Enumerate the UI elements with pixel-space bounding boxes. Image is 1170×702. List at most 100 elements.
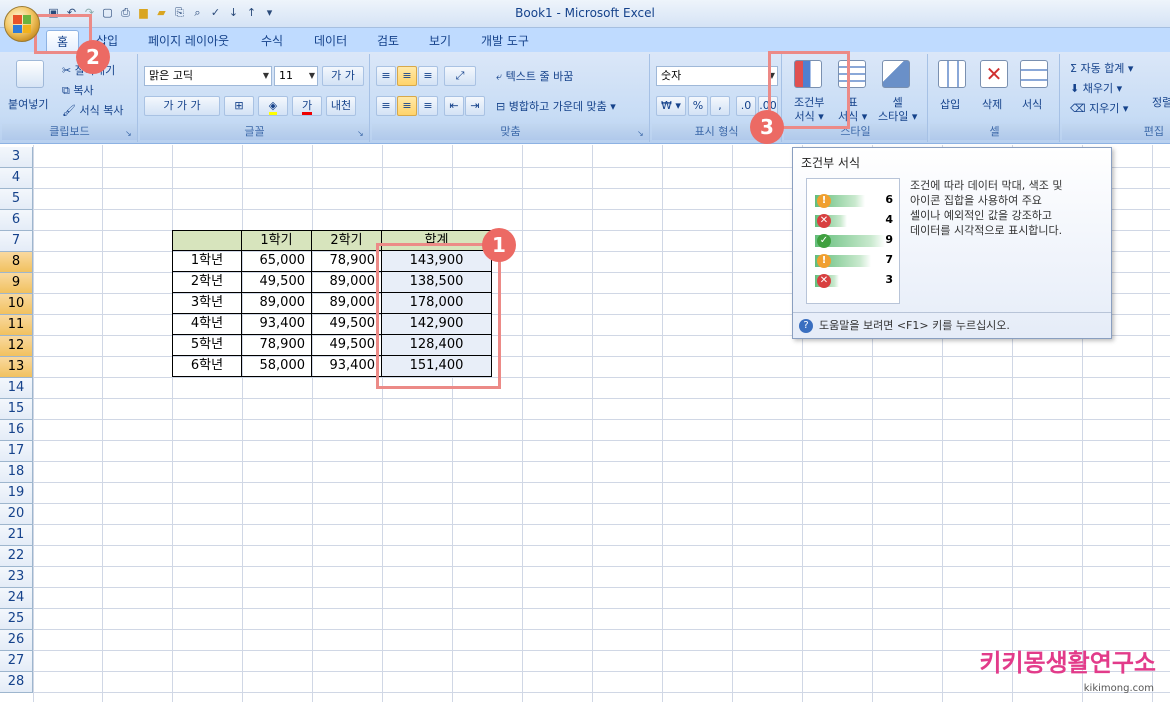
tab-review[interactable]: 검토 [367,30,409,52]
table-cell[interactable]: 4학년 [172,314,242,335]
launcher-icon[interactable]: ↘ [125,129,134,138]
table-cell[interactable]: 78,900 [242,335,312,356]
conditional-formatting-button[interactable]: 조건부 서식 ▾ [794,96,824,124]
merge-center-button[interactable]: ⊟ 병합하고 가운데 맞춤 ▾ [496,98,616,114]
align-top-button[interactable]: ≡ [376,66,396,86]
delete-cells-icon[interactable]: ✕ [980,60,1008,88]
comma-button[interactable]: , [710,96,730,116]
row-header[interactable]: 15 [0,399,33,420]
table-cell[interactable]: 5학년 [172,335,242,356]
row-header[interactable]: 18 [0,462,33,483]
launcher-icon[interactable]: ↘ [637,129,646,138]
format-cells-button[interactable]: 서식 [1022,96,1042,112]
align-right-button[interactable]: ≡ [418,96,438,116]
table-cell[interactable]: 93,400 [312,356,382,377]
row-header[interactable]: 25 [0,609,33,630]
table-cell[interactable]: 89,000 [312,293,382,314]
format-as-table-button[interactable]: 표 서식 ▾ [838,96,867,124]
row-header[interactable]: 28 [0,672,33,693]
phonetic-button[interactable]: 내천 [326,96,356,116]
table-header-cell[interactable] [172,230,242,251]
row-header[interactable]: 21 [0,525,33,546]
cell-styles-icon[interactable] [882,60,910,88]
row-header[interactable]: 22 [0,546,33,567]
tab-developer[interactable]: 개발 도구 [471,30,539,52]
table-cell[interactable]: 3학년 [172,293,242,314]
row-header[interactable]: 13 [0,357,33,378]
office-button[interactable] [4,6,40,42]
row-header[interactable]: 17 [0,441,33,462]
tab-data[interactable]: 데이터 [304,30,357,52]
row-header[interactable]: 11 [0,315,33,336]
table-header-cell[interactable]: 2학기 [312,230,382,251]
bold-italic-underline-buttons[interactable]: 가 가 가 [144,96,220,116]
row-header[interactable]: 20 [0,504,33,525]
table-cell[interactable]: 6학년 [172,356,242,377]
font-color-button[interactable]: 가 [292,96,322,116]
decrease-indent-button[interactable]: ⇤ [444,96,464,116]
table-cell[interactable]: 151,400 [382,356,492,377]
format-as-table-icon[interactable] [838,60,866,88]
insert-cells-button[interactable]: 삽입 [940,96,960,112]
table-cell[interactable]: 58,000 [242,356,312,377]
table-cell[interactable]: 128,400 [382,335,492,356]
tab-home[interactable]: 홈 [46,30,80,52]
grow-shrink-font-button[interactable]: 가 가 [322,66,364,86]
paste-button[interactable]: 붙여넣기 [8,96,48,112]
table-header-cell[interactable]: 합계 [382,230,492,251]
row-header[interactable]: 5 [0,189,33,210]
row-header[interactable]: 7 [0,231,33,252]
paste-icon[interactable] [16,60,44,88]
row-header[interactable]: 6 [0,210,33,231]
row-header[interactable]: 19 [0,483,33,504]
tab-formulas[interactable]: 수식 [251,30,293,52]
percent-button[interactable]: % [688,96,708,116]
wrap-text-button[interactable]: ⤶ 텍스트 줄 바꿈 [496,68,573,84]
launcher-icon[interactable]: ↘ [357,129,366,138]
fill-button[interactable]: ⬇ 채우기 ▾ [1070,80,1122,96]
row-header[interactable]: 16 [0,420,33,441]
align-center-button[interactable]: ≡ [397,96,417,116]
increase-decimal-button[interactable]: .0 [736,96,756,116]
format-cells-icon[interactable] [1020,60,1048,88]
font-name-combo[interactable]: 맑은 고딕 ▼ [144,66,272,86]
table-cell[interactable]: 49,500 [242,272,312,293]
align-middle-button[interactable]: ≡ [397,66,417,86]
tab-view[interactable]: 보기 [419,30,461,52]
align-left-button[interactable]: ≡ [376,96,396,116]
table-cell[interactable]: 65,000 [242,251,312,272]
table-cell[interactable]: 78,900 [312,251,382,272]
format-painter-button[interactable]: 🖌 서식 복사 [62,102,123,118]
align-bottom-button[interactable]: ≡ [418,66,438,86]
currency-button[interactable]: ₩ ▾ [656,96,686,116]
increase-indent-button[interactable]: ⇥ [465,96,485,116]
number-format-combo[interactable]: 숫자 ▼ [656,66,778,86]
table-cell[interactable]: 2학년 [172,272,242,293]
autosum-button[interactable]: Σ 자동 합계 ▾ [1070,60,1133,76]
table-header-cell[interactable]: 1학기 [242,230,312,251]
table-cell[interactable]: 1학년 [172,251,242,272]
row-header[interactable]: 8 [0,252,33,273]
table-cell[interactable]: 138,500 [382,272,492,293]
table-cell[interactable]: 49,500 [312,335,382,356]
tab-page-layout[interactable]: 페이지 레이아웃 [138,30,239,52]
row-header[interactable]: 9 [0,273,33,294]
table-cell[interactable]: 93,400 [242,314,312,335]
row-header[interactable]: 26 [0,630,33,651]
row-header[interactable]: 14 [0,378,33,399]
row-header[interactable]: 27 [0,651,33,672]
row-header[interactable]: 24 [0,588,33,609]
font-size-combo[interactable]: 11 ▼ [274,66,318,86]
row-header[interactable]: 12 [0,336,33,357]
table-cell[interactable]: 142,900 [382,314,492,335]
table-cell[interactable]: 89,000 [312,272,382,293]
insert-cells-icon[interactable] [938,60,966,88]
row-header[interactable]: 10 [0,294,33,315]
row-header[interactable]: 4 [0,168,33,189]
clear-button[interactable]: ⌫ 지우기 ▾ [1070,100,1128,116]
table-cell[interactable]: 89,000 [242,293,312,314]
conditional-formatting-icon[interactable] [794,60,822,88]
table-cell[interactable]: 178,000 [382,293,492,314]
row-header[interactable]: 23 [0,567,33,588]
delete-cells-button[interactable]: 삭제 [982,96,1002,112]
